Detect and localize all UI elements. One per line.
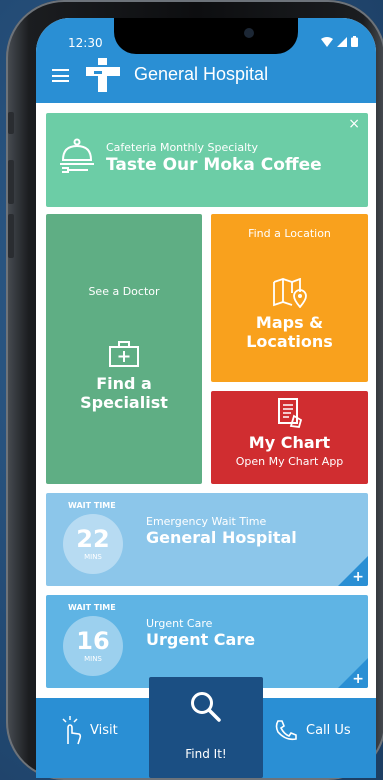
wait-time-facility: General Hospital	[146, 528, 297, 547]
wait-time-number: 16	[76, 627, 110, 655]
wait-time-circle: 16 MINS	[63, 616, 123, 676]
search-icon	[191, 692, 221, 722]
promo-subtitle: Cafeteria Monthly Specialty	[106, 141, 258, 154]
medical-kit-icon	[109, 341, 139, 367]
wait-time-number: 22	[76, 525, 110, 553]
wait-time-unit: MINS	[84, 655, 102, 663]
wifi-icon	[321, 36, 333, 47]
maps-title-line1: Maps &	[255, 313, 324, 332]
maps-locations-tile[interactable]: Find a Location Maps & Locations	[211, 214, 368, 382]
signal-icon	[337, 36, 347, 47]
screen: 12:30 General Hospital × Cafeteria Month…	[36, 18, 376, 778]
dashboard-content: × Cafeteria Monthly Specialty Taste Our …	[36, 103, 376, 705]
wait-time-label: WAIT TIME	[68, 501, 116, 510]
find-specialist-tile[interactable]: See a Doctor Find a Specialist	[46, 214, 202, 484]
close-icon[interactable]: ×	[348, 116, 360, 132]
wait-time-circle: 22 MINS	[63, 514, 123, 574]
chart-tile-title: My Chart	[248, 433, 331, 452]
my-chart-tile[interactable]: My Chart Open My Chart App	[211, 391, 368, 484]
wait-time-label: WAIT TIME	[68, 603, 116, 612]
nav-call-label: Call Us	[306, 722, 351, 738]
chart-tile-caption: Open My Chart App	[235, 455, 344, 468]
maps-title-line2: Locations	[246, 332, 333, 351]
page-title: General Hospital	[134, 64, 269, 84]
wait-time-card[interactable]: WAIT TIME 22 MINS Emergency Wait Time Ge…	[46, 493, 368, 586]
doctor-title-line1: Find a	[96, 374, 152, 393]
map-pin-icon	[273, 278, 307, 308]
volume-up-button	[8, 160, 14, 204]
doctor-tile-caption: See a Doctor	[88, 285, 160, 298]
battery-icon	[351, 36, 358, 47]
wait-time-card[interactable]: WAIT TIME 16 MINS Urgent Care Urgent Car…	[46, 595, 368, 688]
expand-plus-icon[interactable]: +	[352, 671, 364, 687]
promo-banner[interactable]: × Cafeteria Monthly Specialty Taste Our …	[46, 113, 368, 207]
nav-call-button[interactable]: Call Us	[274, 712, 351, 748]
maps-tile-title: Maps & Locations	[211, 313, 368, 351]
status-icons	[321, 36, 358, 47]
wait-time-subtitle: Urgent Care	[146, 617, 213, 630]
find-it-button[interactable]: Find It!	[149, 677, 263, 778]
hand-tap-icon	[62, 716, 82, 745]
maps-tile-caption: Find a Location	[248, 227, 331, 240]
hamburger-menu-icon[interactable]	[52, 69, 69, 82]
notch	[114, 18, 298, 54]
wait-time-subtitle: Emergency Wait Time	[146, 515, 267, 528]
mute-switch	[8, 112, 14, 134]
status-time: 12:30	[68, 36, 103, 50]
nav-visit-button[interactable]: Visit	[60, 712, 118, 748]
find-it-label: Find It!	[185, 747, 227, 761]
wait-time-unit: MINS	[84, 553, 102, 561]
tablet-chart-icon	[278, 398, 303, 428]
app-bar: 12:30 General Hospital	[36, 18, 376, 103]
phone-icon	[275, 720, 297, 741]
volume-down-button	[8, 214, 14, 258]
hospital-logo-icon	[86, 58, 120, 92]
front-camera	[244, 28, 254, 38]
doctor-tile-title: Find a Specialist	[46, 374, 202, 412]
nav-visit-label: Visit	[90, 722, 118, 738]
phone-frame: 12:30 General Hospital × Cafeteria Month…	[6, 0, 383, 780]
promo-title: Taste Our Moka Coffee	[106, 155, 322, 175]
wait-time-facility: Urgent Care	[146, 630, 256, 649]
doctor-title-line2: Specialist	[80, 393, 168, 412]
expand-plus-icon[interactable]: +	[352, 569, 364, 585]
food-cloche-icon	[60, 138, 94, 173]
